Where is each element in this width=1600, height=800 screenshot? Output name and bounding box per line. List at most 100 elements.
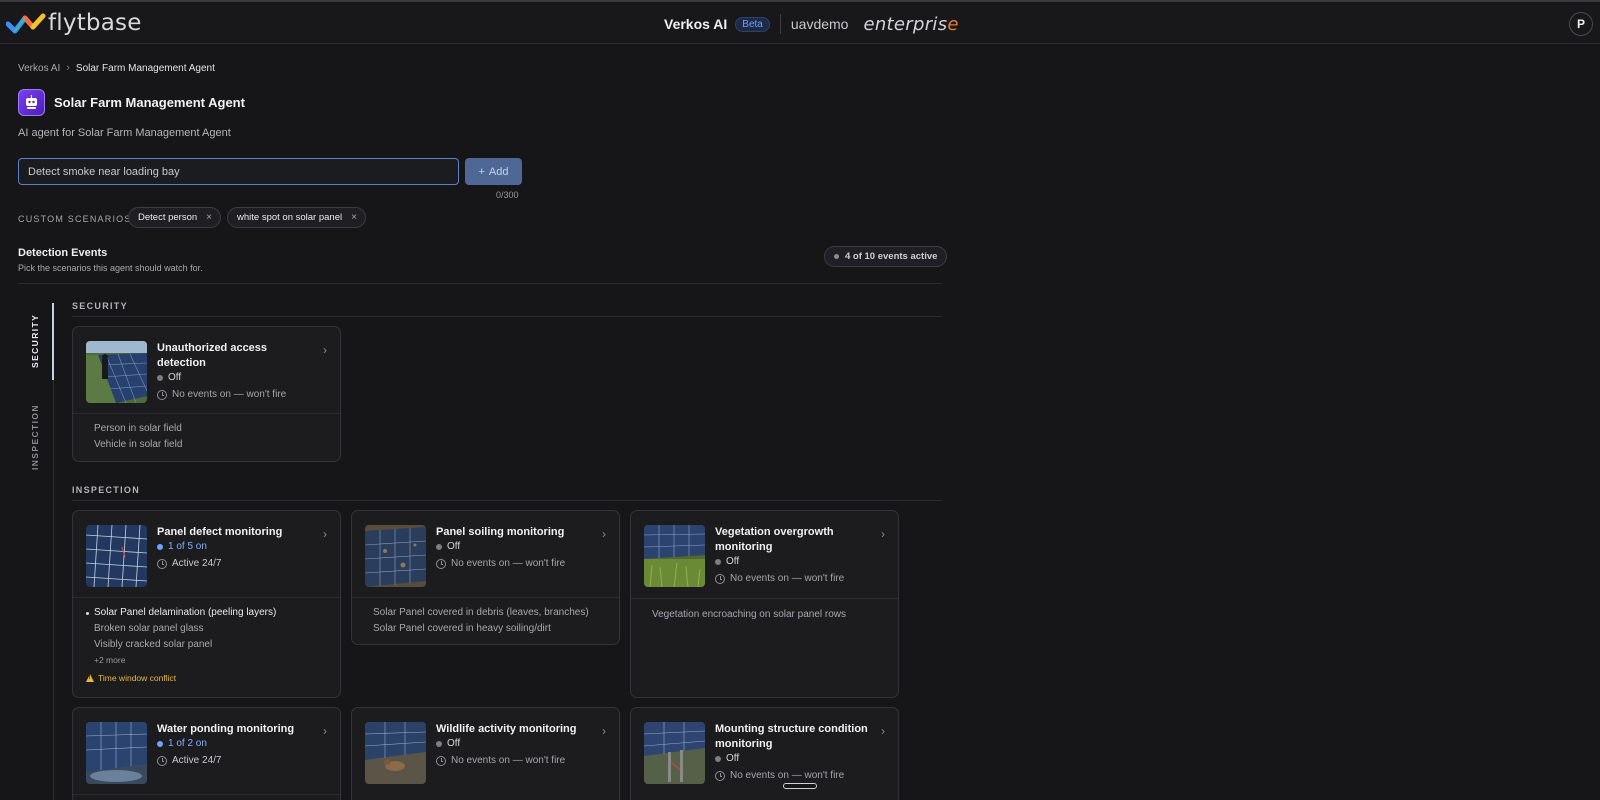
card-title: Panel defect monitoring <box>157 526 283 538</box>
event-item[interactable]: Solar Panel delamination (peeling layers… <box>73 605 340 621</box>
card-event-list: Person in solar field Vehicle in solar f… <box>73 413 340 453</box>
beta-badge: Beta <box>735 16 770 32</box>
event-card-vegetation-overgrowth[interactable]: Vegetation overgrowth monitoring › Off N… <box>630 510 899 698</box>
scenario-thumbnail <box>365 722 426 784</box>
active-events-badge: 4 of 10 events active <box>824 246 948 267</box>
scenario-input[interactable] <box>18 158 459 185</box>
card-title: Panel soiling monitoring <box>436 526 565 538</box>
event-item[interactable]: Visibly cracked solar panel <box>73 637 340 653</box>
chevron-right-icon[interactable]: › <box>323 724 327 738</box>
close-icon[interactable]: × <box>351 212 357 223</box>
card-status: 1 of 5 on <box>157 541 207 552</box>
card-event-list: Solar Panel covered in debris (leaves, b… <box>352 597 619 637</box>
status-dot-icon <box>157 374 163 381</box>
scenario-chip[interactable]: Detect person × <box>128 207 221 228</box>
breadcrumb-root[interactable]: Verkos AI <box>18 63 60 74</box>
custom-scenario-chips: Detect person × white spot on solar pane… <box>128 207 366 228</box>
event-item[interactable]: Broken solar panel glass <box>73 621 340 637</box>
section-label-inspection: INSPECTION <box>72 485 141 495</box>
event-card-wildlife-activity[interactable]: Wildlife activity monitoring › Off No ev… <box>351 707 620 800</box>
card-status: Off <box>436 738 460 749</box>
card-schedule-text: No events on — won't fire <box>172 389 287 400</box>
section-divider <box>18 283 942 284</box>
scroll-indicator[interactable] <box>783 783 817 789</box>
event-card-panel-soiling[interactable]: Panel soiling monitoring › Off No events… <box>351 510 620 645</box>
card-schedule: Active 24/7 <box>157 558 221 569</box>
flytbase-logo[interactable]: flytbase <box>6 10 142 36</box>
tab-inspection[interactable]: INSPECTION <box>30 404 40 470</box>
card-schedule: No events on — won't fire <box>715 573 844 584</box>
status-dot-icon <box>715 755 721 762</box>
active-tab-indicator <box>52 303 54 380</box>
user-avatar[interactable]: P <box>1569 12 1593 36</box>
card-status: Off <box>715 556 739 567</box>
event-card-mounting-structure[interactable]: Mounting structure condition monitoring … <box>630 707 899 800</box>
card-schedule-text: No events on — won't fire <box>451 558 566 569</box>
status-dot-icon <box>834 254 839 259</box>
chevron-right-icon[interactable]: › <box>323 527 327 541</box>
clock-icon <box>715 573 725 584</box>
warning-icon <box>86 674 94 682</box>
add-button-label: Add <box>488 165 509 178</box>
card-status-text: Off <box>726 556 740 567</box>
status-dot-icon <box>715 558 721 565</box>
clock-icon <box>436 558 446 569</box>
agent-bot-icon <box>18 89 45 116</box>
card-schedule: No events on — won't fire <box>436 558 565 569</box>
chevron-right-icon[interactable]: › <box>881 527 885 541</box>
detection-events-subtitle: Pick the scenarios this agent should wat… <box>18 263 203 273</box>
clock-icon <box>157 389 167 400</box>
card-title: Water ponding monitoring <box>157 723 295 735</box>
event-item[interactable]: Vehicle in solar field <box>73 437 340 453</box>
logo-text: flytbase <box>48 10 142 36</box>
event-item[interactable]: Solar Panel covered in debris (leaves, b… <box>352 605 619 621</box>
card-schedule-text: No events on — won't fire <box>730 573 845 584</box>
clock-icon <box>715 770 725 781</box>
status-dot-icon <box>157 740 163 747</box>
card-status-text: Off <box>168 372 182 383</box>
chevron-right-icon[interactable]: › <box>602 527 606 541</box>
clock-icon <box>157 755 167 766</box>
warning-text: Time window conflict <box>98 673 177 683</box>
card-event-list <box>73 794 340 800</box>
card-status-text: 1 of 5 on <box>168 541 207 552</box>
breadcrumb-current: Solar Farm Management Agent <box>75 62 215 74</box>
add-scenario-button[interactable]: + Add <box>465 158 522 185</box>
card-status-text: 1 of 2 on <box>168 738 207 749</box>
tab-security[interactable]: SECURITY <box>30 314 40 368</box>
plan-logo: enterprise <box>863 14 958 35</box>
card-schedule: No events on — won't fire <box>157 389 286 400</box>
app-name[interactable]: Verkos AI <box>664 16 727 32</box>
organization-name[interactable]: uavdemo <box>791 16 849 32</box>
close-icon[interactable]: × <box>206 212 212 223</box>
card-status: Off <box>715 753 739 764</box>
scenario-thumbnail <box>86 525 147 587</box>
plan-logo-text: enterpris <box>863 13 948 35</box>
event-card-water-ponding[interactable]: Water ponding monitoring › 1 of 2 on Act… <box>72 707 341 800</box>
event-card-panel-defect[interactable]: Panel defect monitoring › 1 of 5 on Acti… <box>72 510 341 698</box>
card-schedule-text: Active 24/7 <box>172 558 222 569</box>
plus-icon: + <box>478 165 485 178</box>
event-item[interactable]: Solar Panel covered in heavy soiling/dir… <box>352 621 619 637</box>
event-card-unauthorized-access[interactable]: Unauthorized access detection › Off No e… <box>72 326 341 462</box>
card-title: Vegetation overgrowth monitoring <box>715 526 834 553</box>
more-events-link[interactable]: +2 more <box>73 655 340 665</box>
card-schedule: No events on — won't fire <box>436 755 565 766</box>
scenario-chip[interactable]: white spot on solar panel × <box>227 207 366 228</box>
scenario-thumbnail <box>86 341 147 403</box>
chevron-right-icon[interactable]: › <box>602 724 606 738</box>
chevron-right-icon[interactable]: › <box>881 724 885 738</box>
event-item[interactable]: Vegetation encroaching on solar panel ro… <box>631 607 898 623</box>
scenario-thumbnail <box>644 525 705 587</box>
scenario-thumbnail <box>86 722 147 784</box>
breadcrumb: Verkos AI › Solar Farm Management Agent <box>18 62 215 74</box>
event-item[interactable]: Person in solar field <box>73 421 340 437</box>
section-divider <box>72 316 942 317</box>
card-schedule: No events on — won't fire <box>715 770 844 781</box>
plan-logo-accent: e <box>947 13 959 35</box>
chevron-right-icon[interactable]: › <box>323 343 327 357</box>
card-schedule-text: Active 24/7 <box>172 755 222 766</box>
chevron-right-icon: › <box>66 62 70 74</box>
agent-glyph-icon <box>26 95 37 109</box>
scenario-thumbnail <box>365 525 426 587</box>
